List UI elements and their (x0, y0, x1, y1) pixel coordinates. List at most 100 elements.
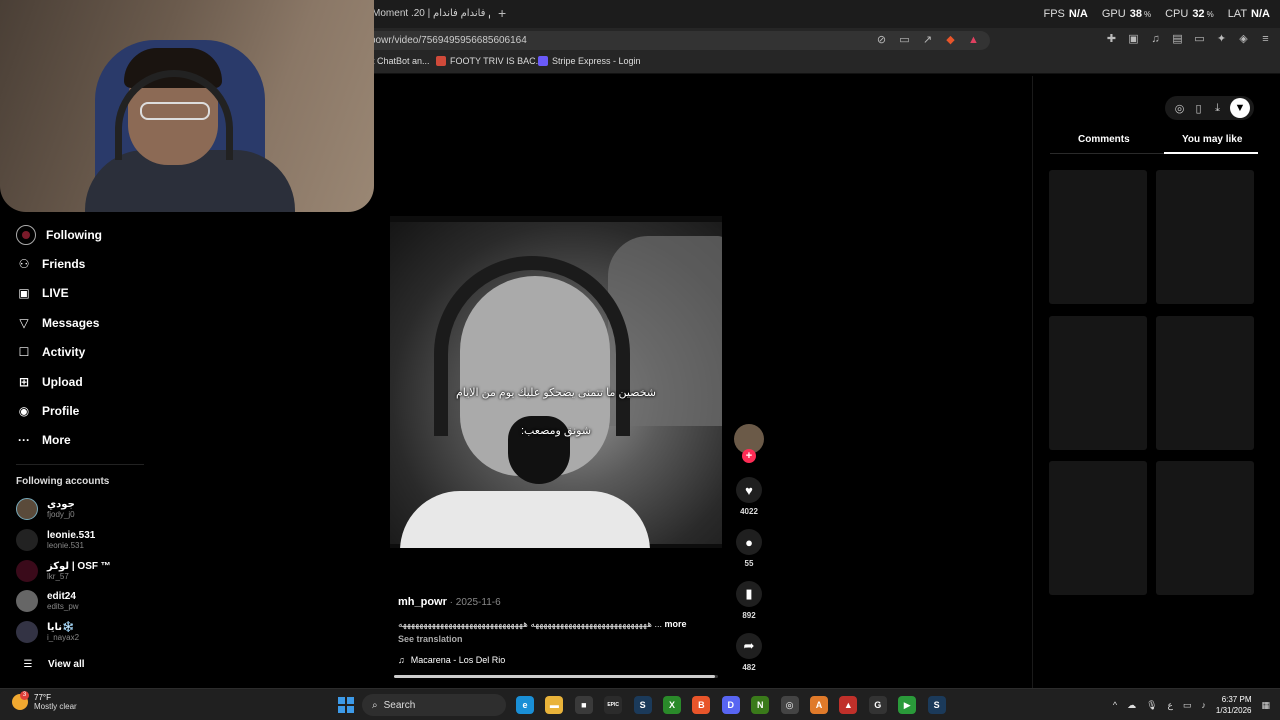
bookmark-chatbot[interactable]: t ChatBot an... (372, 56, 430, 66)
music-note-icon: ♫ (398, 655, 405, 665)
extensions-icon[interactable]: ✚ (1105, 32, 1118, 45)
save-button[interactable]: ▮ 892 (734, 581, 764, 620)
share-arrow-icon: ➦ (736, 633, 762, 659)
sidebar-item-friends[interactable]: ⚇ Friends (16, 254, 86, 274)
menu-icon[interactable]: ≡ (1259, 32, 1272, 45)
bookmark-footy[interactable]: FOOTY TRIV IS BAC... (436, 56, 543, 66)
more-link[interactable]: more (665, 619, 687, 629)
language-icon[interactable]: ع (1168, 700, 1173, 711)
sidebar-item-following[interactable]: Following (16, 225, 102, 245)
url-field[interactable]: powr/video/7569495956685606164 ⊘ ▭ ↗ ◆ ▲ (340, 31, 990, 50)
account-item[interactable]: جودي fjody_j0 (16, 498, 75, 520)
account-item[interactable]: نايا❄️ i_nayax2 (16, 621, 79, 643)
tab-you-may-like[interactable]: You may like (1182, 134, 1242, 145)
avatar (16, 498, 38, 520)
brave-icon[interactable]: B (692, 696, 711, 714)
tab-comments[interactable]: Comments (1078, 134, 1130, 145)
like-button[interactable]: ♥ 4022 (734, 477, 764, 516)
weather-widget[interactable]: 3 77°F Mostly clear (12, 691, 77, 711)
download-icon[interactable]: ⤓ (1211, 102, 1224, 115)
volume-icon[interactable]: ♪ (1201, 700, 1206, 710)
see-translation-link[interactable]: See translation (398, 634, 463, 644)
sidebar-icon[interactable]: ▤ (1171, 32, 1184, 45)
video-caption: شخصين ما تتمنى يضحكو عليك يوم من الايام (455, 387, 657, 399)
edge-icon[interactable]: e (516, 696, 534, 714)
account-handle: i_nayax2 (47, 633, 80, 642)
music-icon[interactable]: ♫ (1149, 32, 1162, 45)
brave-shield-icon[interactable]: ◆ (944, 34, 957, 47)
network-icon[interactable]: ▭ (1183, 700, 1192, 711)
recommended-video-card[interactable] (1156, 316, 1254, 450)
recommended-video-card[interactable] (1049, 170, 1147, 304)
cast-icon[interactable]: ▭ (898, 34, 911, 47)
screenshot-icon[interactable]: ▣ (1127, 32, 1140, 45)
account-item[interactable]: leonie.531 leonie.531 (16, 529, 95, 551)
brave-rewards-icon[interactable]: ▲ (967, 34, 980, 47)
new-tab-button[interactable]: + (498, 4, 506, 22)
epic-icon[interactable]: EPIC (604, 696, 623, 714)
app-g-icon[interactable]: G (868, 696, 887, 714)
recommended-video-card[interactable] (1156, 170, 1254, 304)
sidebar-item-messages[interactable]: ▽ Messages (16, 313, 99, 333)
live-icon: ▣ (18, 286, 30, 300)
app-red-icon[interactable]: ▲ (839, 696, 858, 714)
recommended-video-card[interactable] (1049, 461, 1147, 595)
nvidia-icon[interactable]: N (751, 696, 770, 714)
brave-lion-icon[interactable]: ▼ (1230, 98, 1250, 118)
share-button[interactable]: ➦ 482 (734, 633, 764, 672)
share-icon[interactable]: ↗ (921, 34, 934, 47)
recommended-video-card[interactable] (1049, 316, 1147, 450)
store-icon[interactable]: ■ (574, 696, 593, 714)
perf-label: CPU (1165, 8, 1189, 20)
view-all-button[interactable]: ☰ View all (20, 656, 85, 672)
activity-icon: ☐ (18, 345, 30, 359)
compass-icon[interactable]: ◎ (1173, 102, 1186, 115)
app-play-icon[interactable]: ▶ (898, 696, 917, 714)
sidebar-item-label: LIVE (42, 286, 69, 300)
sidebar-item-profile[interactable]: ◉ Profile (16, 401, 80, 421)
save-count: 892 (742, 611, 756, 620)
notification-icon[interactable]: ▦ (1261, 700, 1270, 711)
video-caption: شونق ومصعب: (520, 425, 592, 437)
sidebar-item-activity[interactable]: ☐ Activity (16, 342, 86, 362)
performance-overlay: FPS N/A GPU 38% CPU 32% LAT N/A (1044, 8, 1271, 20)
steam2-icon[interactable]: S (927, 696, 946, 714)
discord-icon[interactable]: D (721, 696, 740, 714)
no-camera-icon[interactable]: ⊘ (875, 34, 888, 47)
recommended-video-card[interactable] (1156, 461, 1254, 595)
video-player[interactable]: شخصين ما تتمنى يضحكو عليك يوم من الايام … (390, 216, 722, 548)
video-progress-bar[interactable] (394, 675, 718, 678)
onedrive-icon[interactable]: ☁ (1127, 700, 1136, 711)
steam-icon[interactable]: S (633, 696, 652, 714)
bookmark-stripe[interactable]: Stripe Express - Login (538, 56, 641, 66)
phone-icon[interactable]: ▯ (1192, 102, 1205, 115)
sidebar-item-more[interactable]: ··· More (16, 430, 71, 450)
account-item[interactable]: edit24 edits_pw (16, 590, 79, 612)
clock[interactable]: 6:37 PM 1/31/2026 (1216, 694, 1252, 716)
comment-button[interactable]: ● 55 (734, 529, 764, 568)
wallet-icon[interactable]: ▭ (1193, 32, 1206, 45)
gmail-icon (436, 56, 446, 66)
sidebar-item-upload[interactable]: ⊞ Upload (16, 372, 83, 392)
music-title: Macarena - Los Del Rio (410, 655, 506, 665)
perf-stat: FPS N/A (1044, 8, 1088, 20)
account-item[interactable]: لوكز | OSF ™ lkr_57 (16, 560, 111, 582)
app-a-icon[interactable]: A (810, 696, 828, 714)
sidebar-item-label: More (42, 433, 71, 447)
like-count: 4022 (740, 507, 758, 516)
toolbar-icons: ✚ ▣ ♫ ▤ ▭ ✦ ◈ ≡ (1105, 32, 1272, 46)
video-progress-fill (394, 675, 715, 678)
author-name[interactable]: mh_powr (398, 596, 447, 608)
microphone-icon[interactable]: 🎙 (1146, 700, 1157, 711)
chevron-up-icon[interactable]: ^ (1113, 700, 1117, 710)
vpn-icon[interactable]: ◈ (1237, 32, 1250, 45)
taskbar-search[interactable]: ⌕ Search (362, 694, 506, 716)
leo-ai-icon[interactable]: ✦ (1215, 32, 1228, 45)
chrome-icon[interactable]: ◎ (780, 696, 799, 714)
follow-plus-button[interactable]: + (742, 449, 756, 463)
sidebar-item-live[interactable]: ▣ LIVE (16, 283, 69, 303)
xbox-icon[interactable]: X (663, 696, 681, 714)
music-link[interactable]: ♫ Macarena - Los Del Rio (398, 655, 505, 665)
explorer-icon[interactable]: ▬ (545, 696, 564, 714)
start-button[interactable] (338, 697, 354, 713)
